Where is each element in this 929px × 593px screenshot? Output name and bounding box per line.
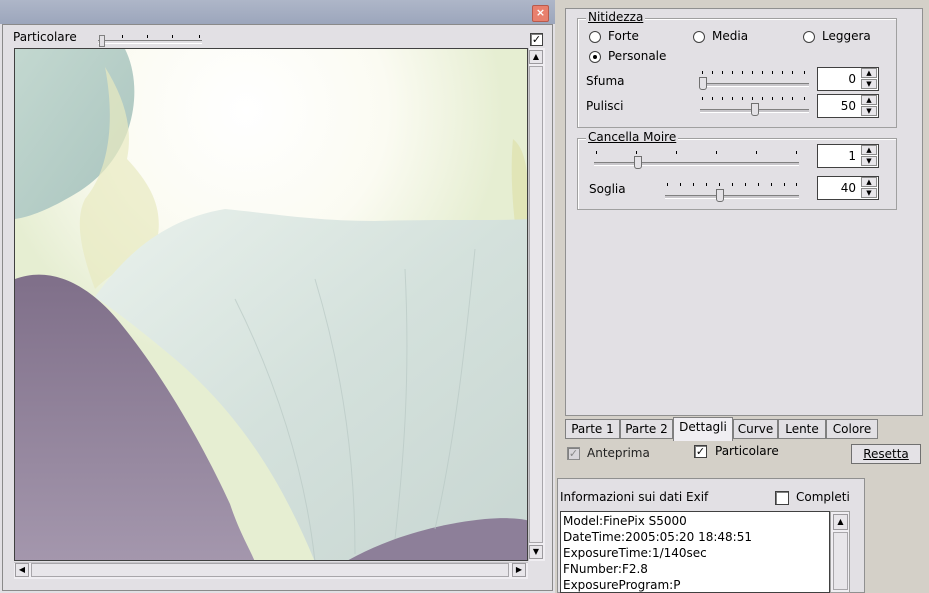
moire-slider-track[interactable]	[594, 151, 799, 166]
preview-titlebar[interactable]	[0, 0, 555, 24]
arrow-up-icon: ▲	[866, 146, 872, 154]
radio-personale-label: Personale	[608, 49, 667, 63]
blur-spin-down[interactable]: ▼	[861, 79, 877, 89]
arrow-up-icon: ▲	[837, 517, 844, 526]
tab-curve[interactable]: Curve	[733, 419, 778, 439]
reset-button[interactable]: Resetta	[851, 444, 921, 464]
clean-spin-down[interactable]: ▼	[861, 106, 877, 116]
radio-media-label: Media	[712, 29, 749, 43]
blur-spin-up[interactable]: ▲	[861, 68, 877, 78]
threshold-spin-down[interactable]: ▼	[861, 188, 877, 198]
arrow-down-icon: ▼	[866, 157, 872, 165]
scroll-up-button[interactable]: ▲	[529, 50, 543, 64]
arrow-up-icon: ▲	[866, 69, 872, 77]
exif-line: FNumber:F2.8	[563, 562, 648, 576]
scroll-left-button[interactable]: ◀	[15, 563, 29, 577]
exif-line: ExposureProgram:P	[563, 578, 681, 592]
tab-parte-2[interactable]: Parte 2	[620, 419, 673, 439]
horizontal-scroll-thumb[interactable]	[31, 563, 509, 577]
detail-checkbox-label: Particolare	[715, 444, 779, 458]
exif-scroll-thumb[interactable]	[833, 532, 848, 590]
clean-spin-up[interactable]: ▲	[861, 95, 877, 105]
radio-forte[interactable]	[589, 31, 601, 43]
close-icon: ×	[535, 6, 546, 19]
arrow-down-icon: ▼	[866, 80, 872, 88]
exif-title: Informazioni sui dati Exif	[560, 490, 709, 504]
radio-forte-label: Forte	[608, 29, 639, 43]
arrow-down-icon: ▼	[866, 189, 872, 197]
arrow-up-icon: ▲	[866, 178, 872, 186]
exif-line: ExposureTime:1/140sec	[563, 546, 707, 560]
preview-image	[14, 48, 528, 561]
blur-slider-thumb[interactable]	[699, 77, 707, 90]
tab-colore[interactable]: Colore	[826, 419, 878, 439]
moire-slider-thumb[interactable]	[634, 156, 642, 169]
moire-group-title: Cancella Moire	[586, 130, 679, 144]
detail-zoom-slider-thumb[interactable]	[99, 35, 105, 47]
threshold-slider-thumb[interactable]	[716, 189, 724, 202]
clean-label: Pulisci	[586, 99, 624, 113]
exif-line: DateTime:2005:05:20 18:48:51	[563, 530, 752, 544]
detail-checkbox[interactable]: ✓	[694, 445, 707, 458]
complete-checkbox[interactable]	[775, 491, 789, 505]
tab-dettagli[interactable]: Dettagli	[673, 417, 733, 441]
moire-spin-down[interactable]: ▼	[861, 156, 877, 166]
radio-leggera-label: Leggera	[822, 29, 871, 43]
moire-spin-up[interactable]: ▲	[861, 145, 877, 155]
scroll-down-button[interactable]: ▼	[529, 545, 543, 559]
radio-media[interactable]	[693, 31, 705, 43]
arrow-left-icon: ◀	[18, 565, 26, 574]
threshold-label: Soglia	[589, 182, 626, 196]
radio-leggera[interactable]	[803, 31, 815, 43]
preview-checkbox[interactable]: ✓	[567, 447, 580, 460]
arrow-right-icon: ▶	[515, 565, 523, 574]
threshold-slider-track[interactable]	[665, 183, 799, 199]
check-icon: ✓	[568, 447, 579, 460]
flower-photo	[15, 49, 527, 560]
detail-toggle-checkbox[interactable]: ✓	[530, 33, 543, 46]
threshold-spin-up[interactable]: ▲	[861, 177, 877, 187]
vertical-scroll-thumb[interactable]	[529, 66, 543, 543]
exif-scroll-up-button[interactable]: ▲	[833, 514, 848, 530]
arrow-down-icon: ▼	[866, 107, 872, 115]
preview-checkbox-label: Anteprima	[587, 446, 650, 460]
tab-lente[interactable]: Lente	[778, 419, 826, 439]
close-button[interactable]: ×	[532, 5, 549, 22]
detail-zoom-label: Particolare	[13, 30, 77, 44]
blur-label: Sfuma	[586, 74, 625, 88]
check-icon: ✓	[695, 445, 706, 458]
scroll-right-button[interactable]: ▶	[512, 563, 526, 577]
sharpness-group-title: Nitidezza	[586, 10, 646, 24]
exif-line: Model:FinePix S5000	[563, 514, 687, 528]
detail-zoom-slider-track[interactable]	[98, 35, 202, 44]
arrow-up-icon: ▲	[532, 52, 540, 61]
arrow-down-icon: ▼	[532, 547, 540, 556]
radio-personale[interactable]	[589, 51, 601, 63]
tab-parte-1[interactable]: Parte 1	[565, 419, 620, 439]
complete-checkbox-label: Completi	[796, 490, 850, 504]
check-icon: ✓	[531, 33, 542, 46]
blur-slider-track[interactable]	[700, 71, 809, 87]
exif-list[interactable]: Model:FinePix S5000 DateTime:2005:05:20 …	[560, 511, 830, 593]
clean-slider-thumb[interactable]	[751, 103, 759, 116]
arrow-up-icon: ▲	[866, 96, 872, 104]
exif-scrollbar[interactable]: ▲	[830, 511, 850, 593]
